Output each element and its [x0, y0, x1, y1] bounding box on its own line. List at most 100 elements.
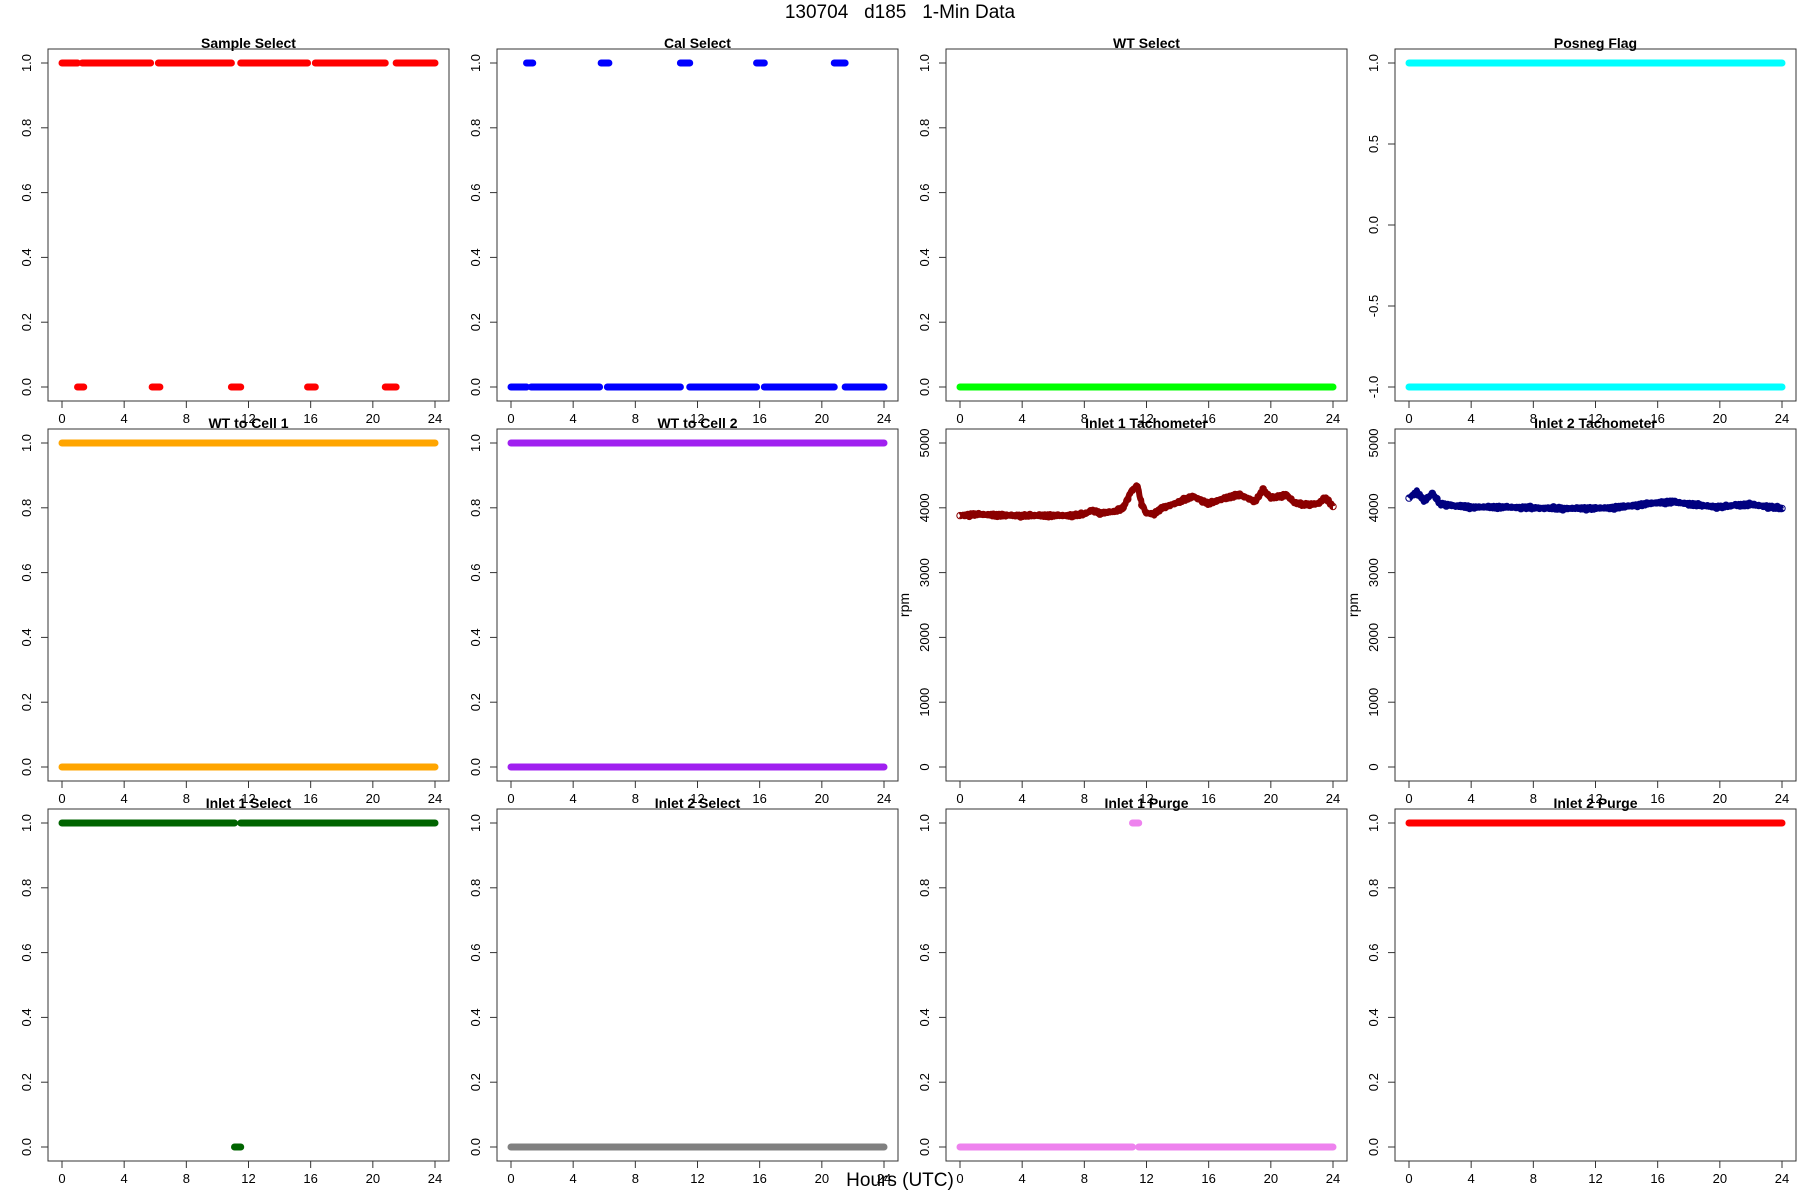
x-tick-label: 24	[1775, 411, 1789, 426]
y-tick-label: 0.8	[468, 499, 483, 517]
plot-frame	[496, 48, 899, 402]
panel-inlet-1-purge: Inlet 1 Purge0 4 8 12 16 20 240.00.20.40.60.81…	[917, 795, 1348, 1186]
x-tick-label: 0	[1405, 791, 1412, 806]
panel-title: WT to Cell 2	[657, 415, 737, 431]
x-tick-label: 16	[1650, 791, 1664, 806]
y-tick-label: 3000	[917, 558, 932, 587]
plot-frame	[47, 428, 450, 782]
panel-cal-select: Cal Select0 4 8 12 16 20 240.00.20.40.60.81.0	[468, 35, 899, 426]
x-tick-label: 8	[183, 411, 190, 426]
y-tick-label: -1.0	[1366, 376, 1381, 398]
x-tick-label: 20	[366, 411, 380, 426]
x-tick-label: 0	[58, 411, 65, 426]
y-tick-label: 0.2	[917, 1073, 932, 1091]
panel-inlet-1-select: Inlet 1 Select0 4 8 12 16 20 240.00.20.40.60.8…	[19, 795, 450, 1186]
x-tick-label: 20	[1713, 411, 1727, 426]
x-tick-label: 20	[815, 411, 829, 426]
x-tick-label: 16	[1201, 791, 1215, 806]
y-tick-label: 0.2	[19, 693, 34, 711]
x-tick-label: 24	[428, 411, 442, 426]
panel-title: Inlet 1 Tachometer	[1085, 415, 1208, 431]
y-tick-label: 1000	[917, 688, 932, 717]
panel-inlet-2-purge: Inlet 2 Purge0 4 8 12 16 20 240.00.20.40.60.81…	[1366, 795, 1797, 1186]
y-tick-label: 0.4	[1366, 1008, 1381, 1026]
panel-wt-to-cell-1: WT to Cell 10 4 8 12 16 20 240.00.20.40.60.81.…	[19, 415, 450, 806]
y-tick-label: 0.4	[468, 628, 483, 646]
plot-frame	[945, 48, 1348, 402]
x-tick-label: 4	[1468, 791, 1475, 806]
y-tick-label: 0.4	[19, 1008, 34, 1026]
y-tick-label: 0.0	[19, 1138, 34, 1156]
x-tick-label: 24	[1775, 791, 1789, 806]
y-tick-label: 5000	[917, 429, 932, 458]
y-tick-label: 0.6	[468, 944, 483, 962]
x-tick-label: 24	[877, 791, 891, 806]
y-tick-label: 0.4	[19, 248, 34, 266]
x-tick-label: 0	[507, 791, 514, 806]
y-tick-label: 0.4	[917, 248, 932, 266]
x-tick-label: 4	[570, 791, 577, 806]
y-tick-label: 0.5	[1366, 135, 1381, 153]
panel-sample-select: Sample Select0 4 8 12 16 20 240.00.20.40.60.81…	[19, 35, 450, 426]
y-tick-label: 1.0	[468, 434, 483, 452]
x-tick-label: 16	[752, 411, 766, 426]
y-tick-label: 1.0	[468, 814, 483, 832]
y-tick-label: 0.8	[19, 879, 34, 897]
y-tick-label: 1.0	[1366, 814, 1381, 832]
panel-title: WT Select	[1113, 35, 1180, 51]
y-tick-label: 1.0	[917, 814, 932, 832]
x-tick-label: 16	[303, 411, 317, 426]
y-tick-label: 1000	[1366, 688, 1381, 717]
plot-frame	[1394, 48, 1797, 402]
x-tick-label: 4	[1468, 411, 1475, 426]
y-tick-label: 0.0	[468, 758, 483, 776]
panel-title: Sample Select	[201, 35, 296, 51]
panel-title: Inlet 2 Select	[655, 795, 741, 811]
x-tick-label: 20	[1264, 791, 1278, 806]
y-tick-label: 0.6	[1366, 944, 1381, 962]
y-tick-label: 4000	[1366, 493, 1381, 522]
y-tick-label: 0.6	[19, 564, 34, 582]
x-tick-label: 4	[121, 791, 128, 806]
y-tick-label: 0.2	[19, 1073, 34, 1091]
panel-title: Inlet 1 Select	[206, 795, 292, 811]
plot-frame	[47, 48, 450, 402]
x-tick-label: 24	[1326, 791, 1340, 806]
x-tick-label: 8	[632, 791, 639, 806]
x-tick-label: 4	[570, 411, 577, 426]
plot-frame	[1394, 808, 1797, 1162]
x-tick-label: 8	[632, 411, 639, 426]
panel-title: Inlet 2 Tachometer	[1534, 415, 1657, 431]
y-tick-label: 2000	[917, 623, 932, 652]
x-tick-label: 24	[1326, 411, 1340, 426]
panel-inlet-1-tachometer: Inlet 1 Tachometer0 4 8 12 16 20 2401000200030…	[896, 415, 1348, 806]
x-tick-label: 16	[752, 791, 766, 806]
y-tick-label: 0.0	[19, 758, 34, 776]
x-tick-label: 0	[956, 411, 963, 426]
y-tick-label: 3000	[1366, 558, 1381, 587]
y-tick-label: 0.2	[1366, 1073, 1381, 1091]
x-tick-label: 20	[815, 791, 829, 806]
plot-frame	[496, 428, 899, 782]
y-tick-label: 0.6	[917, 944, 932, 962]
y-tick-label: 0.6	[19, 944, 34, 962]
y-tick-label: 0.2	[468, 693, 483, 711]
x-tick-label: 8	[1530, 791, 1537, 806]
x-tick-label: 0	[507, 411, 514, 426]
y-tick-label: 0.4	[917, 1008, 932, 1026]
x-tick-label: 0	[58, 791, 65, 806]
y-tick-label: 0.4	[468, 248, 483, 266]
y-tick-label: 0.8	[468, 119, 483, 137]
y-tick-label: 0.6	[19, 184, 34, 202]
y-tick-label: 0.4	[19, 628, 34, 646]
y-tick-label: 0.6	[468, 184, 483, 202]
panel-posneg-flag: Posneg Flag0 4 8 12 16 20 24-1.0-0.50.00.51.0	[1366, 35, 1797, 426]
y-tick-label: 0	[917, 763, 932, 770]
chart-grid: Sample Select0 4 8 12 16 20 240.00.20.40.60.81…	[19, 35, 1797, 1186]
x-tick-label: 24	[428, 791, 442, 806]
y-tick-label: 1.0	[19, 54, 34, 72]
y-tick-label: 0.8	[19, 119, 34, 137]
panel-title: WT to Cell 1	[208, 415, 288, 431]
y-tick-label: 5000	[1366, 429, 1381, 458]
y-tick-label: 0.0	[1366, 216, 1381, 234]
